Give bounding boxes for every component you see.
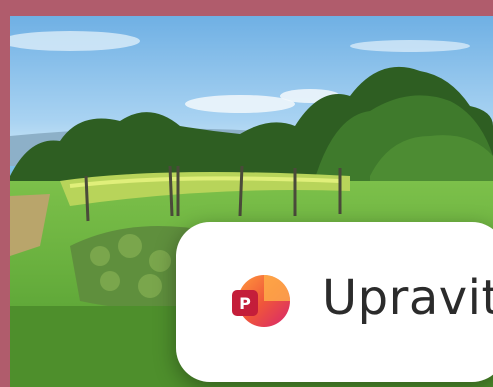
edit-action-label[interactable]: Upravit — [322, 270, 493, 326]
powerpoint-icon-letter: P — [239, 294, 251, 313]
powerpoint-app-icon: P — [232, 275, 290, 327]
